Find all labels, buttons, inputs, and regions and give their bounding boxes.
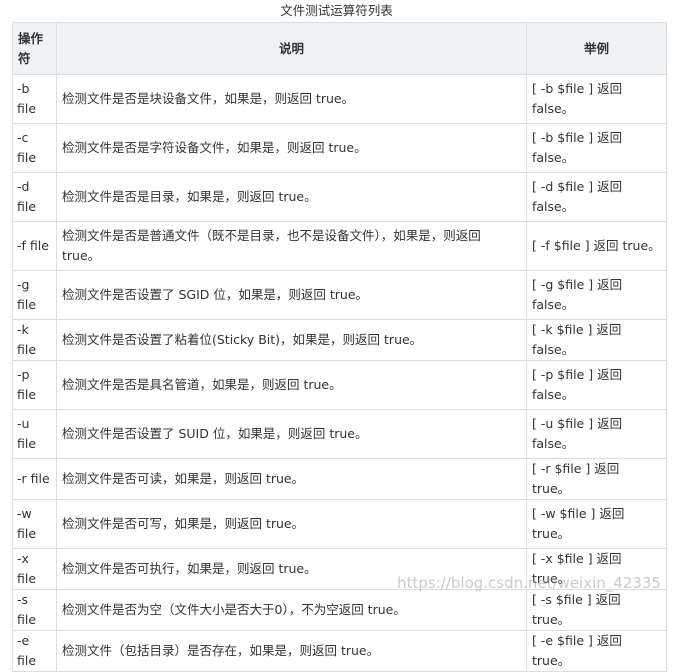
example-cell: [ -e $file ] 返回 true。 [526,630,667,672]
header-example: 举例 [526,22,667,75]
example-cell: [ -b $file ] 返回 false。 [526,74,667,124]
operator-cell: -u file [12,409,57,459]
table-row: -c file 检测文件是否是字符设备文件，如果是，则返回 true。 [ -b… [12,123,667,173]
table-row: -s file 检测文件是否为空（文件大小是否大于0），不为空返回 true。 … [12,589,667,631]
table-row: -g file 检测文件是否设置了 SGID 位，如果是，则返回 true。 [… [12,270,667,320]
operator-cell: -s file [12,589,57,631]
table-row: -k file 检测文件是否设置了粘着位(Sticky Bit)，如果是，则返回… [12,319,667,361]
operator-cell: -w file [12,499,57,549]
operator-cell: -p file [12,360,57,410]
operator-cell: -r file [12,458,57,500]
example-cell: [ -p $file ] 返回 false。 [526,360,667,410]
description-cell: 检测文件是否是目录，如果是，则返回 true。 [56,172,527,222]
table-caption: 文件测试运算符列表 [280,3,393,18]
header-operator: 操作符 [12,22,57,75]
operator-cell: -x file [12,548,57,590]
operator-cell: -b file [12,74,57,124]
example-cell: [ -w $file ] 返回 true。 [526,499,667,549]
description-cell: 检测文件是否可读，如果是，则返回 true。 [56,458,527,500]
example-cell: [ -k $file ] 返回 false。 [526,319,667,361]
description-cell: 检测文件是否为空（文件大小是否大于0），不为空返回 true。 [56,589,527,631]
description-cell: 检测文件是否可执行，如果是，则返回 true。 [56,548,527,590]
description-cell: 检测文件（包括目录）是否存在，如果是，则返回 true。 [56,630,527,672]
table-row: -d file 检测文件是否是目录，如果是，则返回 true。 [ -d $fi… [12,172,667,222]
example-cell: [ -b $file ] 返回 false。 [526,123,667,173]
example-cell: [ -f $file ] 返回 true。 [526,221,667,271]
description-cell: 检测文件是否是块设备文件，如果是，则返回 true。 [56,74,527,124]
table-row: -w file 检测文件是否可写，如果是，则返回 true。 [ -w $fil… [12,499,667,549]
operator-cell: -g file [12,270,57,320]
example-cell: [ -x $file ] 返回 true。 [526,548,667,590]
operator-cell: -k file [12,319,57,361]
description-cell: 检测文件是否可写，如果是，则返回 true。 [56,499,527,549]
description-cell: 检测文件是否设置了粘着位(Sticky Bit)，如果是，则返回 true。 [56,319,527,361]
table-row: -u file 检测文件是否设置了 SUID 位，如果是，则返回 true。 [… [12,409,667,459]
example-cell: [ -u $file ] 返回 false。 [526,409,667,459]
example-cell: [ -d $file ] 返回 false。 [526,172,667,222]
operator-cell: -c file [12,123,57,173]
operator-cell: -e file [12,630,57,672]
table-row: -e file 检测文件（包括目录）是否存在，如果是，则返回 true。 [ -… [12,630,667,672]
description-cell: 检测文件是否是字符设备文件，如果是，则返回 true。 [56,123,527,173]
description-cell: 检测文件是否设置了 SGID 位，如果是，则返回 true。 [56,270,527,320]
header-description: 说明 [56,22,527,75]
table-row: -x file 检测文件是否可执行，如果是，则返回 true。 [ -x $fi… [12,548,667,590]
description-cell: 检测文件是否设置了 SUID 位，如果是，则返回 true。 [56,409,527,459]
table-row: -p file 检测文件是否是具名管道，如果是，则返回 true。 [ -p $… [12,360,667,410]
table-row: -r file 检测文件是否可读，如果是，则返回 true。 [ -r $fil… [12,458,667,500]
table-header-row: 操作符 说明 举例 [12,22,667,75]
table-row: -b file 检测文件是否是块设备文件，如果是，则返回 true。 [ -b … [12,74,667,124]
example-cell: [ -g $file ] 返回 false。 [526,270,667,320]
description-cell: 检测文件是否是普通文件（既不是目录，也不是设备文件），如果是，则返回 true。 [56,221,527,271]
example-cell: [ -s $file ] 返回 true。 [526,589,667,631]
file-test-operators-table: 操作符 说明 举例 -b file 检测文件是否是块设备文件，如果是，则返回 t… [12,22,667,672]
description-cell: 检测文件是否是具名管道，如果是，则返回 true。 [56,360,527,410]
operator-cell: -f file [12,221,57,271]
operator-cell: -d file [12,172,57,222]
table-row: -f file 检测文件是否是普通文件（既不是目录，也不是设备文件），如果是，则… [12,221,667,271]
example-cell: [ -r $file ] 返回 true。 [526,458,667,500]
